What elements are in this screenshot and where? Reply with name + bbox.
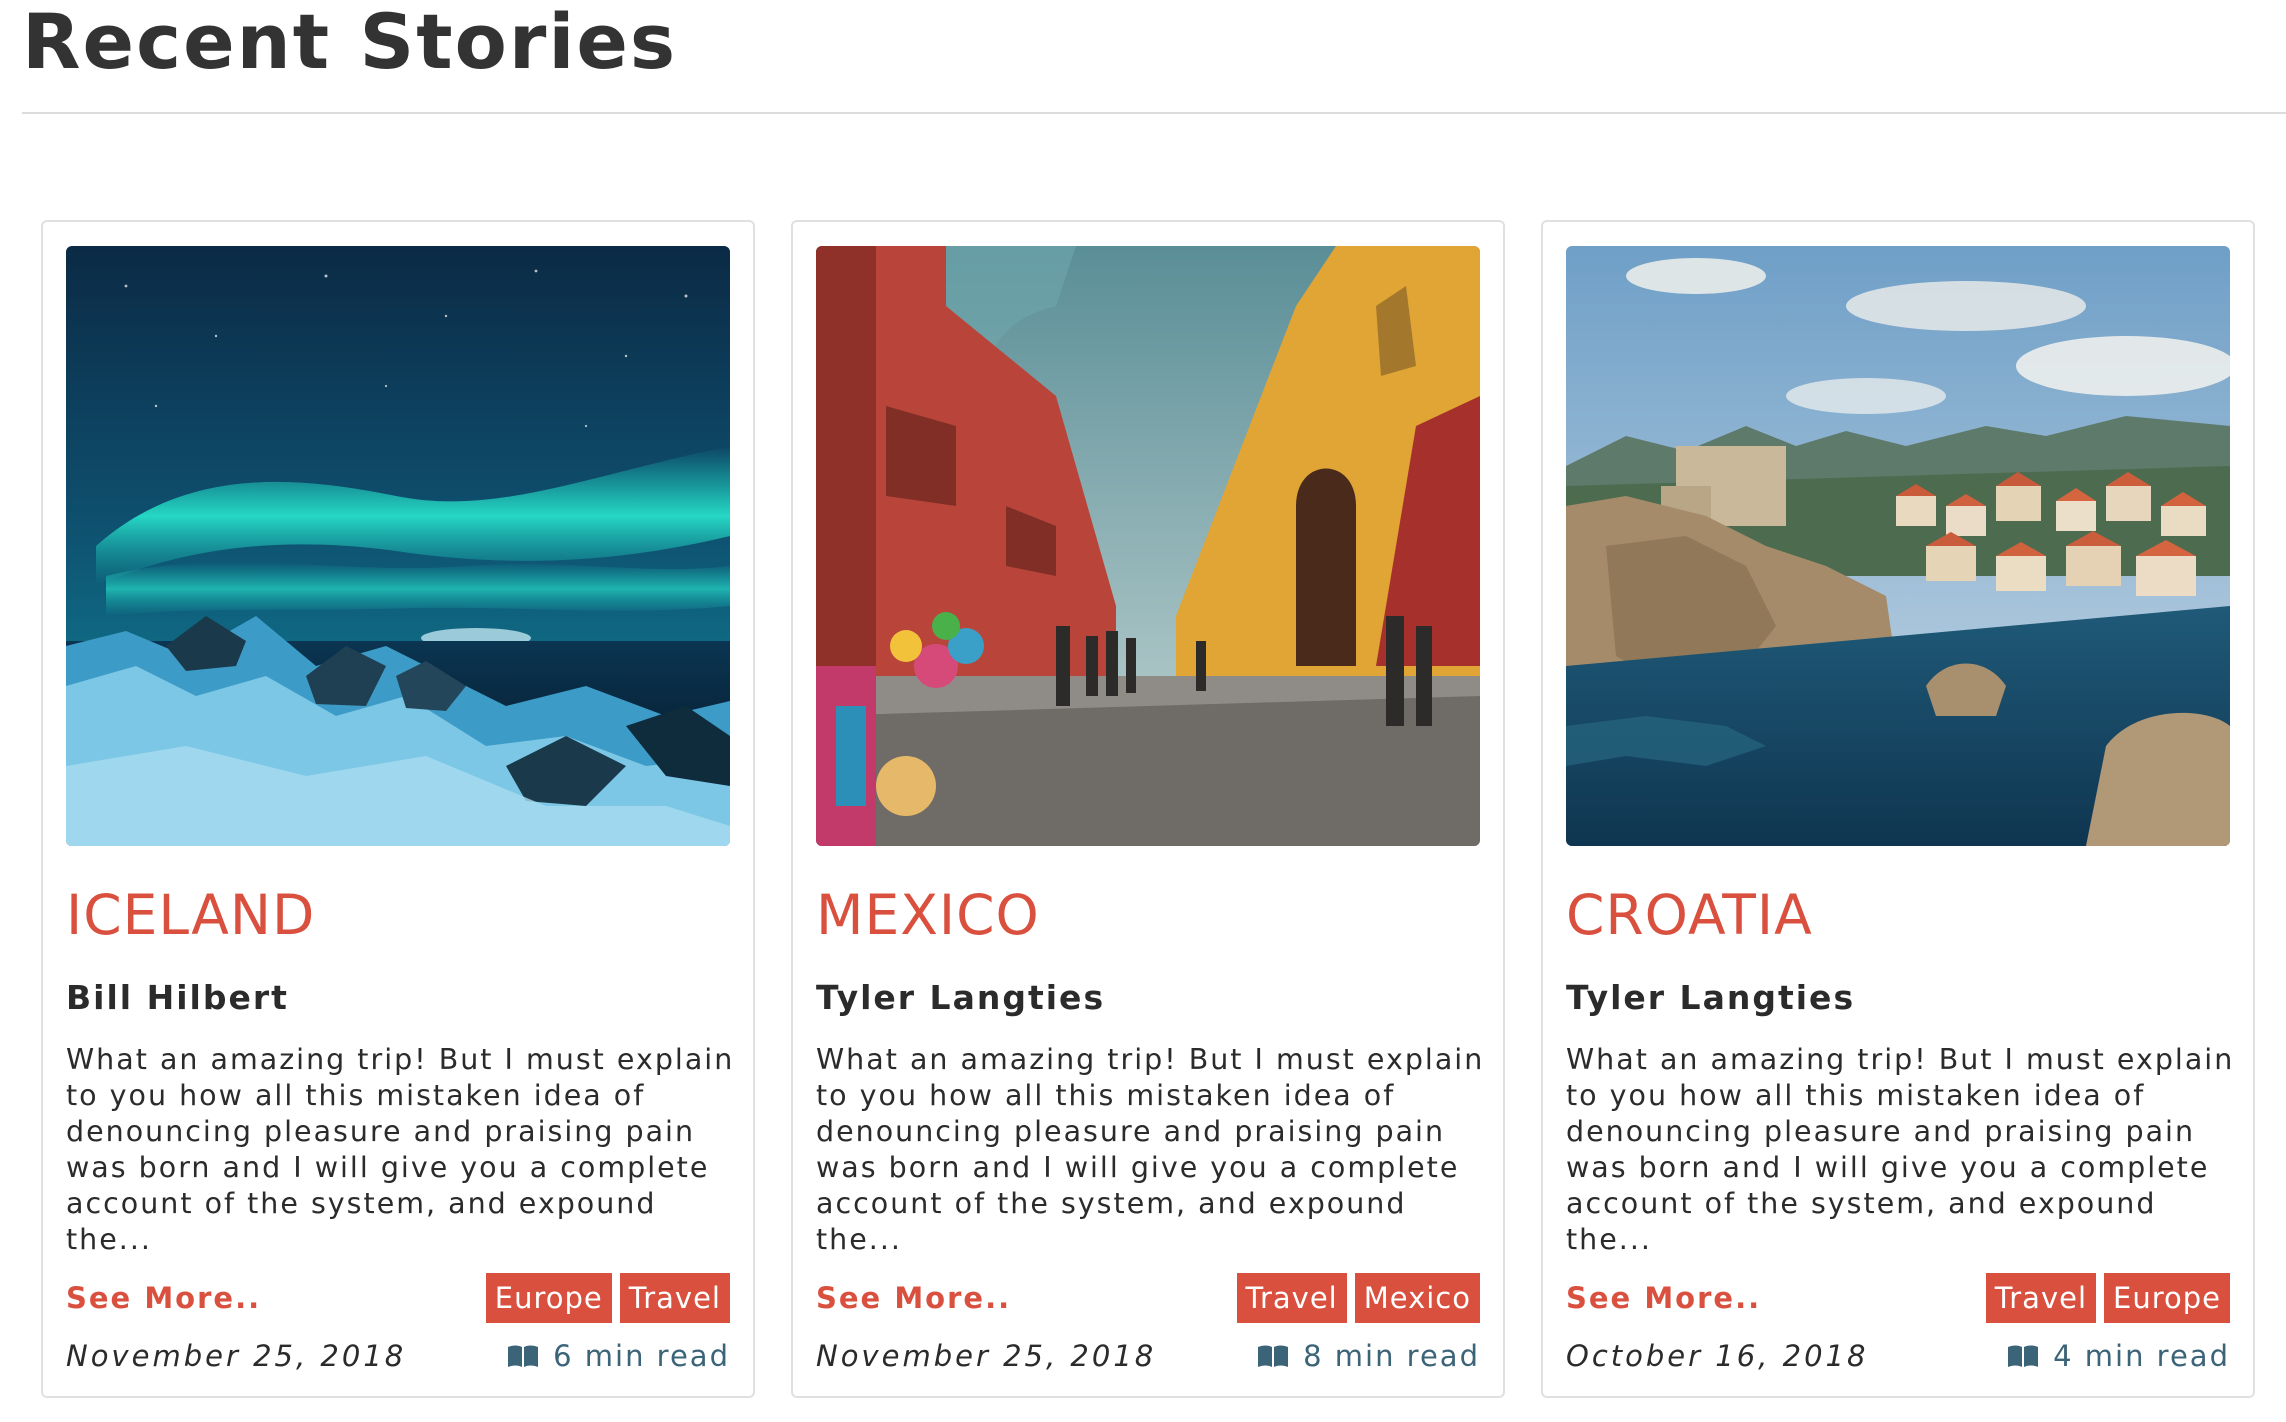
tag-badge[interactable]: Travel xyxy=(619,1273,730,1323)
read-time-label: 6 min read xyxy=(553,1339,730,1373)
read-time-label: 8 min read xyxy=(1303,1339,1480,1373)
tag-list: Travel Europe xyxy=(1985,1273,2230,1323)
tag-badge[interactable]: Travel xyxy=(1985,1273,2097,1323)
story-card-iceland: ICELAND Bill Hilbert What an amazing tri… xyxy=(41,220,755,1398)
story-title[interactable]: MEXICO xyxy=(816,882,1040,948)
tag-badge[interactable]: Europe xyxy=(485,1273,612,1323)
story-date: November 25, 2018 xyxy=(66,1339,407,1373)
story-author: Bill Hilbert xyxy=(66,978,289,1017)
see-more-link[interactable]: See More.. xyxy=(66,1276,261,1320)
title-divider xyxy=(22,112,2286,114)
story-image-croatia[interactable] xyxy=(1566,246,2230,846)
story-author: Tyler Langties xyxy=(816,978,1106,1017)
story-date: October 16, 2018 xyxy=(1566,1339,1869,1373)
story-title[interactable]: ICELAND xyxy=(66,882,315,948)
story-card-croatia: CROATIA Tyler Langties What an amazing t… xyxy=(1541,220,2255,1398)
page-title: Recent Stories xyxy=(22,0,678,86)
story-author: Tyler Langties xyxy=(1566,978,1856,1017)
book-icon xyxy=(507,1344,539,1368)
story-title[interactable]: CROATIA xyxy=(1566,882,1813,948)
book-icon xyxy=(1257,1344,1289,1368)
story-image-mexico[interactable] xyxy=(816,246,1480,846)
book-icon xyxy=(2007,1344,2039,1368)
read-time: 8 min read xyxy=(1257,1334,1480,1378)
story-card-mexico: MEXICO Tyler Langties What an amazing tr… xyxy=(791,220,1505,1398)
tag-badge[interactable]: Travel xyxy=(1236,1273,1347,1323)
story-excerpt: What an amazing trip! But I must explain… xyxy=(1566,1043,2235,1256)
story-excerpt: What an amazing trip! But I must explain… xyxy=(816,1043,1485,1256)
story-image-iceland[interactable] xyxy=(66,246,730,846)
tag-badge[interactable]: Mexico xyxy=(1354,1273,1480,1323)
story-excerpt: What an amazing trip! But I must explain… xyxy=(66,1043,735,1256)
see-more-link[interactable]: See More.. xyxy=(816,1276,1011,1320)
read-time-label: 4 min read xyxy=(2053,1339,2230,1373)
tag-badge[interactable]: Europe xyxy=(2104,1273,2230,1323)
tag-list: Travel Mexico xyxy=(1236,1273,1480,1323)
story-date: November 25, 2018 xyxy=(816,1339,1157,1373)
read-time: 4 min read xyxy=(2007,1334,2230,1378)
see-more-link[interactable]: See More.. xyxy=(1566,1276,1761,1320)
read-time: 6 min read xyxy=(507,1334,730,1378)
tag-list: Europe Travel xyxy=(485,1273,730,1323)
